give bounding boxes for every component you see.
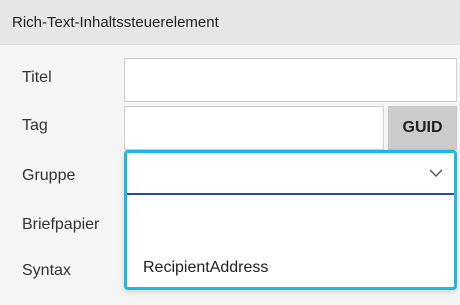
titel-field-container [124, 58, 457, 102]
tag-field-container [124, 106, 384, 150]
gruppe-options-list: RecipientAddress [127, 197, 454, 287]
gruppe-select[interactable] [127, 153, 454, 195]
tag-input[interactable] [125, 107, 383, 149]
titel-label: Titel [22, 69, 52, 86]
option-empty[interactable] [127, 199, 454, 237]
titel-input[interactable] [125, 59, 456, 101]
chevron-down-icon[interactable] [428, 165, 444, 181]
content-control-properties-panel: Rich-Text-Inhaltssteuerelement Titel Tag… [0, 0, 460, 305]
option-recipient-address[interactable]: RecipientAddress [127, 249, 454, 287]
panel-title: Rich-Text-Inhaltssteuerelement [12, 13, 219, 31]
guid-button-label: GUID [402, 119, 443, 136]
guid-button[interactable]: GUID [388, 106, 457, 150]
option-recipient-address-label: RecipientAddress [143, 259, 269, 276]
briefpapier-label: Briefpapier [22, 216, 100, 233]
gruppe-label: Gruppe [22, 167, 76, 184]
gruppe-dropdown: RecipientAddress [124, 150, 457, 290]
tag-label: Tag [22, 117, 48, 134]
syntax-label: Syntax [22, 262, 71, 279]
panel-header: Rich-Text-Inhaltssteuerelement [0, 0, 460, 45]
